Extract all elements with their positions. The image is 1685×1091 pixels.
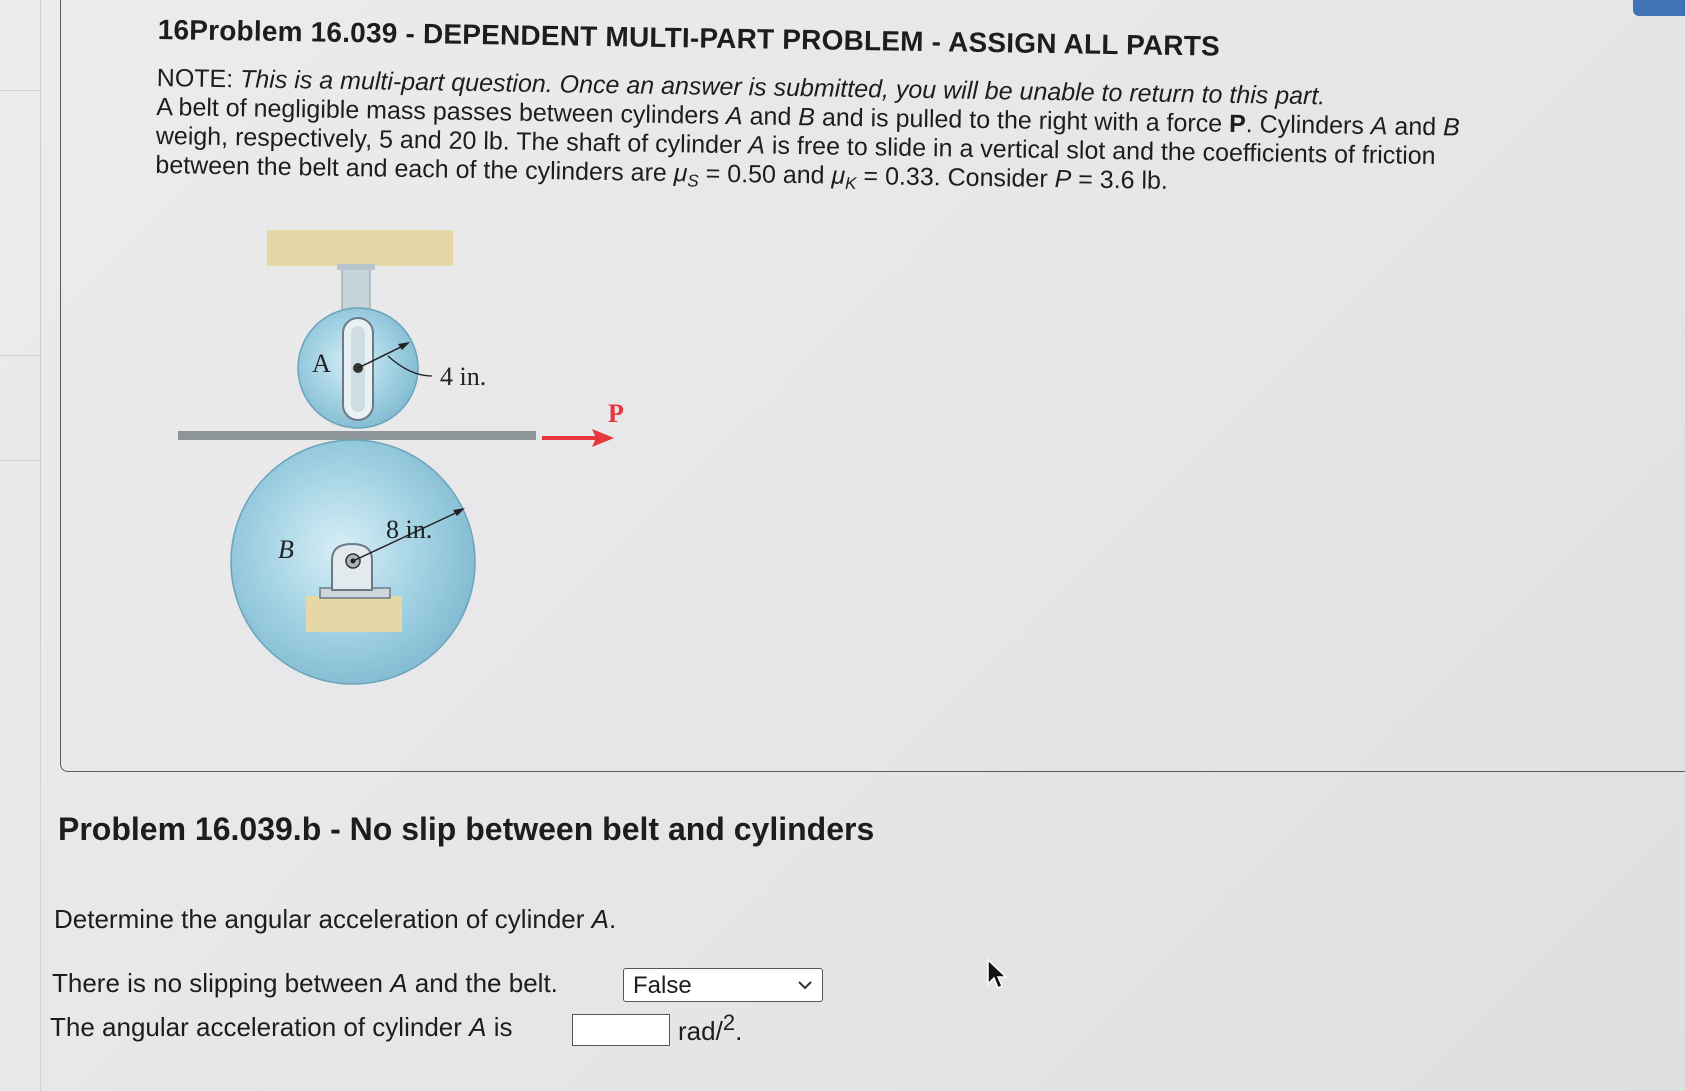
force-label: P xyxy=(608,399,624,428)
radius-b-label: 8 in. xyxy=(386,515,432,544)
variable-a: A xyxy=(748,131,766,160)
variable-a: A xyxy=(469,1012,487,1042)
mu-subscript: S xyxy=(687,171,699,191)
belt xyxy=(178,431,536,440)
text-span: There is no slipping between xyxy=(52,968,391,998)
rail-divider xyxy=(0,90,40,91)
floor-support xyxy=(306,596,402,632)
rail-divider xyxy=(0,355,40,356)
units-text: rad/ xyxy=(678,1016,723,1046)
label-b: B xyxy=(278,535,294,564)
no-slip-select[interactable]: False xyxy=(623,968,823,1002)
shaft-flange xyxy=(337,264,375,270)
answer-prompt: The angular acceleration of cylinder A i… xyxy=(50,1012,512,1043)
force-p: P xyxy=(1228,109,1246,139)
mu-symbol: μ xyxy=(831,161,846,190)
text-span: . xyxy=(608,904,617,934)
text-span: = 0.33. Consider xyxy=(856,162,1055,194)
text-span: = 0.50 and xyxy=(698,159,832,190)
units-superscript: 2 xyxy=(722,1010,736,1035)
question-text: Determine the angular acceleration of cy… xyxy=(54,904,616,935)
text-span: is xyxy=(486,1012,513,1042)
left-rail xyxy=(0,0,41,1091)
mu-symbol: μ xyxy=(673,159,688,188)
variable-a: A xyxy=(591,904,609,934)
text-span: and xyxy=(1387,112,1444,142)
units-label: rad/2. xyxy=(678,1010,742,1047)
text-span: The angular acceleration of cylinder xyxy=(50,1012,470,1042)
select-value: False xyxy=(633,972,692,999)
mouse-cursor-icon xyxy=(987,958,1008,990)
note-label: NOTE: xyxy=(156,64,234,94)
problem-description: NOTE: This is a multi-part question. Onc… xyxy=(155,64,1587,209)
belt-cylinders-diagram: A 4 in. P B 8 in. xyxy=(178,230,624,685)
mu-static: μS xyxy=(673,159,699,191)
part-title: Problem 16.039.b - No slip between belt … xyxy=(58,811,875,847)
text-span: and xyxy=(742,102,799,132)
variable-a: A xyxy=(725,101,743,131)
mu-kinetic: μK xyxy=(831,161,857,194)
variable-b: B xyxy=(798,103,816,132)
variable-a: A xyxy=(390,968,408,998)
rail-divider xyxy=(0,460,40,461)
variable-a: A xyxy=(1370,112,1388,141)
chevron-down-icon xyxy=(798,981,812,990)
variable-p: P xyxy=(1054,165,1072,194)
text-span: = 3.6 lb. xyxy=(1071,165,1169,195)
ceiling-support xyxy=(267,230,453,266)
variable-b: B xyxy=(1442,113,1460,142)
angular-acceleration-input[interactable] xyxy=(572,1014,670,1046)
units-period: . xyxy=(735,1016,743,1046)
text-span: . Cylinders xyxy=(1245,110,1372,141)
label-a: A xyxy=(312,349,331,378)
text-span: Determine the angular acceleration of cy… xyxy=(54,904,592,934)
no-slip-prompt: There is no slipping between A and the b… xyxy=(52,968,558,999)
text-span: and the belt. xyxy=(407,968,558,998)
radius-a-label: 4 in. xyxy=(440,362,486,391)
mu-subscript: K xyxy=(844,173,857,194)
